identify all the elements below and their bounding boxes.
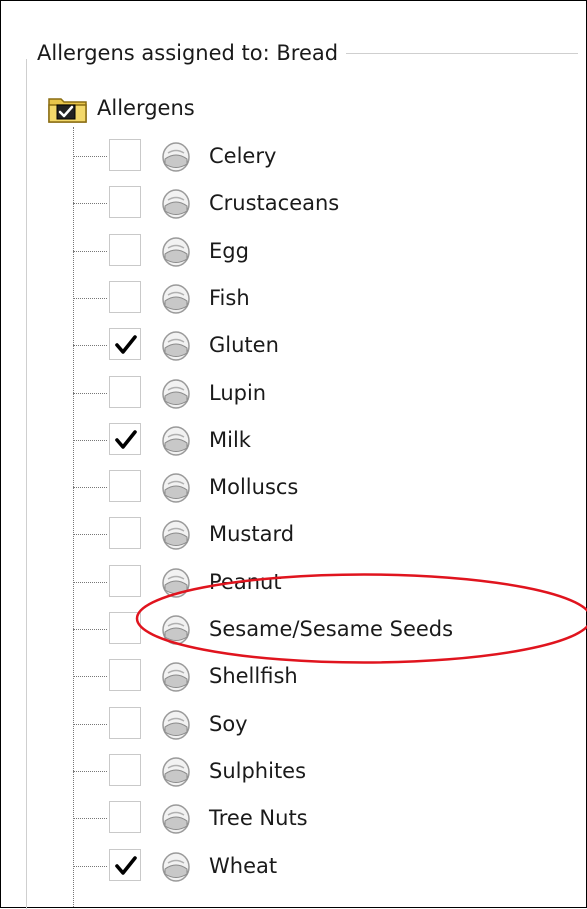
tree-connector xyxy=(73,629,107,630)
tree-item-mustard[interactable]: Mustard xyxy=(73,517,553,551)
allergen-node-icon xyxy=(161,519,191,551)
tree-connector xyxy=(73,865,107,867)
tree-connector xyxy=(73,203,107,205)
tree-item-peanut[interactable]: Peanut xyxy=(73,564,553,599)
allergen-node-icon xyxy=(161,661,191,693)
tree-item-gluten[interactable]: Gluten xyxy=(73,328,553,362)
tree-connector xyxy=(73,534,107,536)
tree-connector xyxy=(73,250,107,252)
allergen-node-icon xyxy=(161,378,191,410)
checkbox[interactable] xyxy=(109,233,141,266)
checkbox[interactable] xyxy=(109,470,141,503)
checkmark-icon xyxy=(115,855,137,875)
tree-connector xyxy=(73,581,107,583)
checkbox[interactable] xyxy=(109,375,141,408)
allergen-node-icon xyxy=(161,330,191,362)
allergen-node-icon xyxy=(161,141,191,173)
checkbox[interactable] xyxy=(109,186,141,219)
tree-item-fish[interactable]: Fish xyxy=(73,280,553,315)
tree-item-label: Sulphites xyxy=(209,758,307,783)
tree-connector xyxy=(73,392,107,394)
tree-item-label: Celery xyxy=(209,144,277,168)
checkbox-checked[interactable] xyxy=(109,422,141,455)
tree-item-soy[interactable]: Soy xyxy=(73,706,553,741)
checkbox[interactable] xyxy=(109,564,141,597)
tree-connector xyxy=(73,487,107,489)
panel-border xyxy=(26,59,27,909)
tree-item-tree-nuts[interactable]: Tree Nuts xyxy=(73,801,553,835)
tree-item-label: Egg xyxy=(209,238,249,263)
tree-connector xyxy=(73,439,107,441)
allergen-node-icon xyxy=(161,188,191,220)
allergen-node-icon xyxy=(161,851,191,883)
tree-connector xyxy=(73,345,107,347)
checkbox-checked[interactable] xyxy=(109,848,141,881)
tree-item-label: Peanut xyxy=(209,569,282,594)
tree-item-label: Sesame/Sesame Seeds xyxy=(209,617,454,641)
group-box-title: Allergens assigned to: Bread xyxy=(37,40,347,66)
tree-item-label: Tree Nuts xyxy=(209,806,308,831)
tree-connector xyxy=(73,676,107,678)
tree-item-celery[interactable]: Celery xyxy=(73,139,553,173)
checkbox[interactable] xyxy=(109,706,141,739)
folder-check-icon xyxy=(47,93,89,125)
allergen-node-icon xyxy=(161,567,191,599)
tree-item-molluscs[interactable]: Molluscs xyxy=(73,470,553,504)
tree-item-label: Mustard xyxy=(209,522,295,547)
tree-item-label: Soy xyxy=(209,711,248,736)
tree-item-label: Crustaceans xyxy=(209,191,340,216)
tree-connector xyxy=(73,297,107,299)
allergen-node-icon xyxy=(161,709,191,741)
tree-item-label: Molluscs xyxy=(209,475,299,500)
allergen-node-icon xyxy=(161,425,191,457)
allergen-node-icon xyxy=(161,803,191,835)
allergen-node-icon xyxy=(161,614,191,646)
tree-item-label: Lupin xyxy=(209,380,267,405)
checkbox[interactable] xyxy=(109,801,141,834)
checkmark-icon xyxy=(115,429,137,449)
tree-item-lupin[interactable]: Lupin xyxy=(73,375,553,410)
tree-item-egg[interactable]: Egg xyxy=(73,233,553,268)
allergen-node-icon xyxy=(161,283,191,315)
tree-item-sulphites[interactable]: Sulphites xyxy=(73,753,553,788)
allergen-node-icon xyxy=(161,236,191,268)
checkbox[interactable] xyxy=(109,280,141,313)
tree-item-label: Gluten xyxy=(209,333,279,358)
tree-connector xyxy=(73,770,107,772)
tree-connector xyxy=(73,723,107,725)
tree-item-crustaceans[interactable]: Crustaceans xyxy=(73,186,553,220)
allergen-panel: Allergens assigned to: Bread Allergens C… xyxy=(0,0,587,909)
checkbox[interactable] xyxy=(109,517,141,550)
tree-item-wheat[interactable]: Wheat xyxy=(73,848,553,883)
checkbox[interactable] xyxy=(109,139,141,171)
tree-item-shellfish[interactable]: Shellfish xyxy=(73,659,553,693)
checkbox-checked[interactable] xyxy=(109,328,141,361)
tree-item-milk[interactable]: Milk xyxy=(73,422,553,457)
tree-connector xyxy=(73,818,107,820)
allergen-node-icon xyxy=(161,472,191,504)
tree-item-sesame-sesame-seeds[interactable]: Sesame/Sesame Seeds xyxy=(73,612,553,646)
checkbox[interactable] xyxy=(109,612,141,644)
checkbox[interactable] xyxy=(109,753,141,786)
tree-connector xyxy=(73,156,107,157)
tree-root-label: Allergens xyxy=(97,96,195,120)
tree-item-label: Shellfish xyxy=(209,664,298,689)
tree-item-label: Milk xyxy=(209,427,251,452)
tree-item-label: Fish xyxy=(209,285,250,310)
checkmark-icon xyxy=(115,335,137,354)
checkbox[interactable] xyxy=(109,659,141,692)
allergen-node-icon xyxy=(161,756,191,788)
tree-item-label: Wheat xyxy=(209,853,278,878)
